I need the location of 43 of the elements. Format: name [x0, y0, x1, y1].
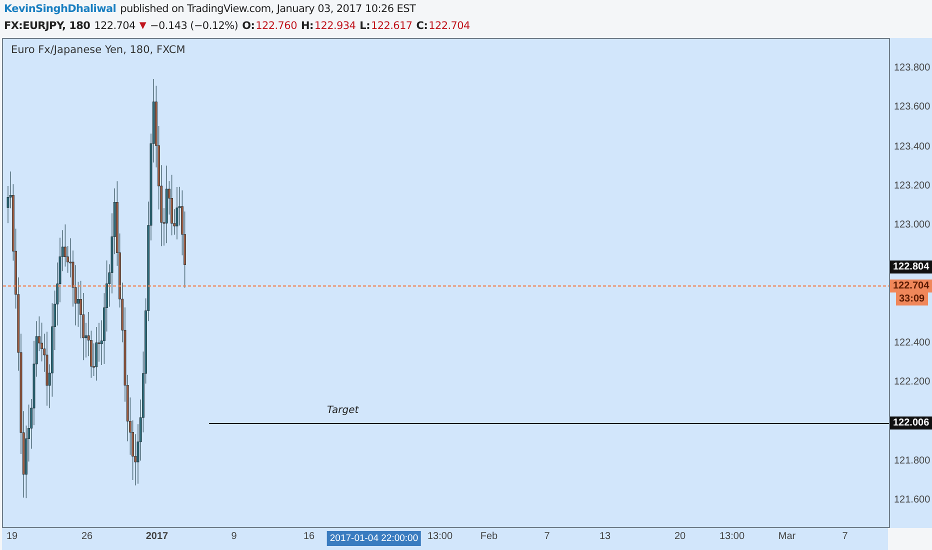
- chart-legend: Euro Fx/Japanese Yen, 180, FXCM: [11, 44, 186, 56]
- time-tick-label: 16: [303, 531, 315, 542]
- time-tick-label: 19: [6, 531, 18, 542]
- price-marker-label: 122.006: [890, 416, 932, 430]
- price-tick-label: 122.200: [894, 376, 930, 388]
- symbol-label: FX:EURJPY, 180: [4, 19, 90, 34]
- time-tick-label: 13:00: [719, 531, 745, 542]
- time-tick-label: 2017-01-04 22:00:00: [326, 531, 422, 546]
- ohlc-label: C:: [416, 19, 428, 34]
- ohlc-value: 122.760: [256, 19, 297, 34]
- price-tick-label: 123.000: [894, 220, 930, 231]
- countdown-label: 33:09: [896, 292, 928, 306]
- publish-info: published on TradingView.com, January 03, 2017 10:26 EST: [120, 2, 416, 17]
- time-tick-label: 26: [81, 531, 93, 542]
- time-tick-label: 13:00: [427, 531, 453, 542]
- trend-arrow: ▼: [139, 20, 146, 33]
- ohlc-label: H:: [300, 19, 314, 34]
- price-tick-label: 123.600: [894, 102, 930, 113]
- author-link[interactable]: KevinSinghDhaliwal: [4, 1, 116, 18]
- ohlc-value: 122.934: [314, 19, 356, 34]
- price-tick-label: 121.800: [894, 456, 930, 466]
- price-tick-label: 121.600: [894, 494, 930, 506]
- time-tick-label: 7: [544, 531, 550, 542]
- time-tick-label: 13: [599, 531, 611, 542]
- time-tick-label: 9: [231, 531, 237, 542]
- last-price: 122.704: [94, 19, 136, 34]
- price-tick-label: 123.400: [894, 141, 930, 152]
- target-label: Target: [327, 405, 359, 416]
- ohlc-label: O:: [242, 19, 255, 34]
- price-tick-label: 122.400: [894, 338, 930, 349]
- last-price-label: 122.704: [890, 280, 932, 292]
- time-tick-label: Feb: [480, 531, 498, 542]
- price-tick-label: 123.200: [894, 180, 930, 192]
- ohlc-value: 122.704: [428, 19, 470, 34]
- time-tick-label: Mar: [778, 531, 796, 542]
- price-marker-label: 122.804: [890, 260, 932, 274]
- price-tick-label: 123.800: [894, 62, 930, 74]
- ohlc-value: 122.617: [370, 19, 412, 34]
- time-tick-label: 7: [842, 531, 848, 542]
- price-change: −0.143 (−0.12%): [150, 19, 238, 34]
- ohlc-label: L:: [360, 19, 370, 34]
- time-tick-label: 20: [674, 531, 686, 542]
- time-tick-label: 2017: [146, 531, 168, 542]
